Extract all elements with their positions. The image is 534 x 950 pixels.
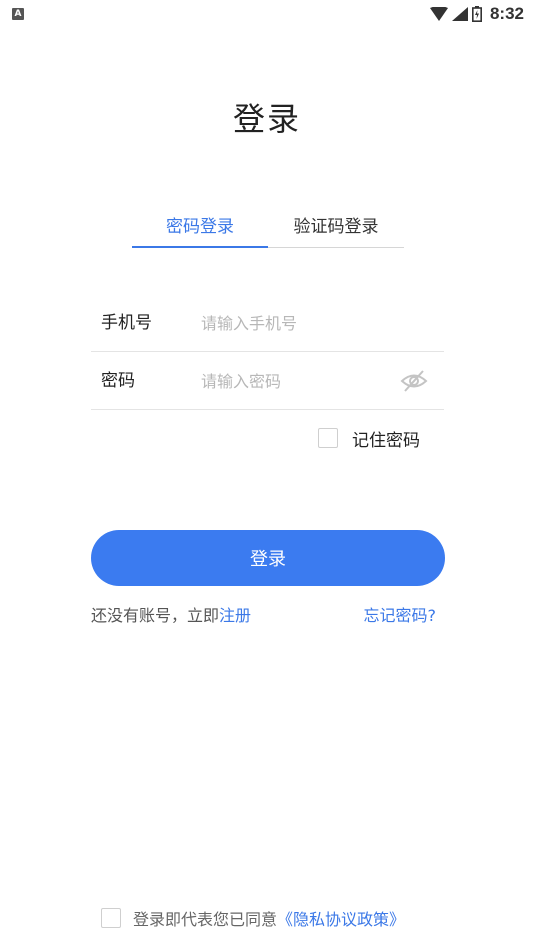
register-prompt: 还没有账号，立即注册 xyxy=(91,602,251,626)
privacy-policy-link[interactable]: 《隐私协议政策》 xyxy=(277,910,405,929)
login-button[interactable]: 登录 xyxy=(91,530,445,586)
phone-row: 手机号 xyxy=(91,294,444,352)
battery-icon xyxy=(471,6,482,22)
status-time: 8:32 xyxy=(489,4,524,23)
forgot-password-link[interactable]: 忘记密码? xyxy=(364,602,437,626)
register-link[interactable]: 注册 xyxy=(219,606,251,625)
password-input[interactable] xyxy=(201,366,401,396)
tab-password-login[interactable]: 密码登录 xyxy=(132,212,268,248)
password-label: 密码 xyxy=(101,371,135,391)
status-indicators: 8:32 xyxy=(429,4,524,24)
signal-icon xyxy=(451,7,468,21)
tab-code-login[interactable]: 验证码登录 xyxy=(268,212,404,248)
agreement-prefix: 登录即代表您已同意 xyxy=(133,910,278,929)
app-notification-icon: A xyxy=(12,8,24,20)
remember-label: 记住密码 xyxy=(352,430,420,451)
register-prefix: 还没有账号，立即 xyxy=(91,606,220,625)
page-title: 登录 xyxy=(232,100,301,138)
remember-checkbox[interactable] xyxy=(318,428,338,448)
login-mode-tabs: 密码登录 验证码登录 xyxy=(132,212,404,248)
phone-label: 手机号 xyxy=(101,313,152,333)
status-bar: A 8:32 xyxy=(0,0,534,28)
password-row: 密码 xyxy=(91,352,444,410)
agreement-text: 登录即代表您已同意《隐私协议政策》 xyxy=(133,906,405,930)
wifi-icon xyxy=(429,7,448,21)
agreement-checkbox[interactable] xyxy=(101,908,121,928)
phone-input[interactable] xyxy=(201,308,401,338)
agreement-row: 登录即代表您已同意《隐私协议政策》 xyxy=(101,906,405,930)
eye-off-icon[interactable] xyxy=(400,369,428,393)
remember-password[interactable]: 记住密码 xyxy=(318,426,420,451)
